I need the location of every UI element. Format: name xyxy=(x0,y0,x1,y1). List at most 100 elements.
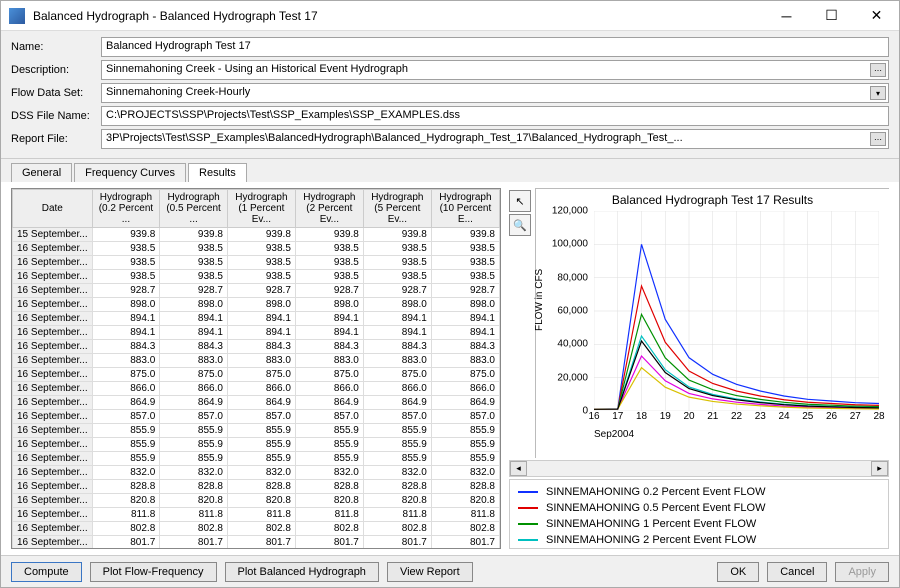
table-cell: 855.9 xyxy=(363,438,431,452)
table-row[interactable]: 16 September...855.9855.9855.9855.9855.9… xyxy=(13,452,500,466)
description-label: Description: xyxy=(11,64,101,76)
description-field[interactable]: Sinnemahoning Creek - Using an Historica… xyxy=(101,60,889,80)
table-row[interactable]: 16 September...828.8828.8828.8828.8828.8… xyxy=(13,480,500,494)
table-cell: 938.5 xyxy=(227,270,295,284)
table-cell: 894.1 xyxy=(227,326,295,340)
table-cell: 938.5 xyxy=(363,256,431,270)
chart[interactable]: Balanced Hydrograph Test 17 Results FLOW… xyxy=(535,188,889,458)
table-row[interactable]: 16 September...864.9864.9864.9864.9864.9… xyxy=(13,396,500,410)
table-row[interactable]: 16 September...855.9855.9855.9855.9855.9… xyxy=(13,424,500,438)
table-header[interactable]: Hydrograph (2 Percent Ev... xyxy=(295,190,363,228)
table-row[interactable]: 16 September...938.5938.5938.5938.5938.5… xyxy=(13,256,500,270)
table-cell: 855.9 xyxy=(295,438,363,452)
zoom-tool-icon[interactable]: 🔍 xyxy=(509,214,531,236)
table-row[interactable]: 16 September...801.7801.7801.7801.7801.7… xyxy=(13,536,500,550)
table-cell: 855.9 xyxy=(160,438,228,452)
table-header[interactable]: Hydrograph (10 Percent E... xyxy=(431,190,499,228)
maximize-button[interactable]: ☐ xyxy=(809,1,854,31)
chart-horizontal-scrollbar[interactable]: ◂ ▸ xyxy=(509,460,889,477)
table-cell: 864.9 xyxy=(295,396,363,410)
table-header[interactable]: Hydrograph (1 Percent Ev... xyxy=(227,190,295,228)
compute-button[interactable]: Compute xyxy=(11,562,82,582)
scroll-right-icon[interactable]: ▸ xyxy=(871,461,888,476)
pointer-tool-icon[interactable]: ↖ xyxy=(509,190,531,212)
table-cell: 894.1 xyxy=(160,326,228,340)
table-cell: 866.0 xyxy=(227,382,295,396)
table-row[interactable]: 16 September...832.0832.0832.0832.0832.0… xyxy=(13,466,500,480)
table-cell: 16 September... xyxy=(13,522,93,536)
table-header[interactable]: Hydrograph (0.5 Percent ... xyxy=(160,190,228,228)
legend-label: SINNEMAHONING 1 Percent Event FLOW xyxy=(546,518,756,530)
table-cell: 16 September... xyxy=(13,396,93,410)
table-cell: 875.0 xyxy=(160,368,228,382)
table-row[interactable]: 16 September...802.8802.8802.8802.8802.8… xyxy=(13,522,500,536)
close-button[interactable]: ✕ xyxy=(854,1,899,31)
table-row[interactable]: 16 September...894.1894.1894.1894.1894.1… xyxy=(13,312,500,326)
ok-button[interactable]: OK xyxy=(717,562,759,582)
report-expand-icon[interactable]: ⋯ xyxy=(870,132,886,146)
cancel-button[interactable]: Cancel xyxy=(767,562,827,582)
report-file-field[interactable]: 3P\Projects\Test\SSP_Examples\BalancedHy… xyxy=(101,129,889,149)
table-header[interactable]: Date xyxy=(13,190,93,228)
table-cell: 894.1 xyxy=(92,312,160,326)
table-cell: 820.8 xyxy=(160,494,228,508)
table-cell: 832.0 xyxy=(92,466,160,480)
tab-frequency-curves[interactable]: Frequency Curves xyxy=(74,163,186,182)
table-cell: 875.0 xyxy=(295,368,363,382)
table-row[interactable]: 15 September...939.8939.8939.8939.8939.8… xyxy=(13,228,500,242)
table-row[interactable]: 16 September...820.8820.8820.8820.8820.8… xyxy=(13,494,500,508)
plot-flow-frequency-button[interactable]: Plot Flow-Frequency xyxy=(90,562,217,582)
table-cell: 828.8 xyxy=(295,480,363,494)
table-row[interactable]: 16 September...866.0866.0866.0866.0866.0… xyxy=(13,382,500,396)
table-row[interactable]: 16 September...894.1894.1894.1894.1894.1… xyxy=(13,326,500,340)
dss-file-field[interactable]: C:\PROJECTS\SSP\Projects\Test\SSP_Exampl… xyxy=(101,106,889,126)
table-cell: 857.0 xyxy=(92,410,160,424)
form-area: Name: Balanced Hydrograph Test 17 Descri… xyxy=(1,31,899,159)
table-cell: 801.7 xyxy=(431,536,499,550)
x-tick: 18 xyxy=(636,411,647,422)
plot-balanced-hydrograph-button[interactable]: Plot Balanced Hydrograph xyxy=(225,562,379,582)
name-field[interactable]: Balanced Hydrograph Test 17 xyxy=(101,37,889,57)
table-row[interactable]: 16 September...938.5938.5938.5938.5938.5… xyxy=(13,242,500,256)
minimize-button[interactable]: ─ xyxy=(764,1,809,31)
table-cell: 16 September... xyxy=(13,536,93,550)
table-row[interactable]: 16 September...938.5938.5938.5938.5938.5… xyxy=(13,270,500,284)
tab-general[interactable]: General xyxy=(11,163,72,182)
table-cell: 883.0 xyxy=(92,354,160,368)
table-cell: 828.8 xyxy=(160,480,228,494)
table-cell: 802.8 xyxy=(431,522,499,536)
table-row[interactable]: 16 September...857.0857.0857.0857.0857.0… xyxy=(13,410,500,424)
table-header[interactable]: Hydrograph (0.2 Percent ... xyxy=(92,190,160,228)
table-cell: 938.5 xyxy=(295,256,363,270)
table-cell: 857.0 xyxy=(431,410,499,424)
results-table[interactable]: DateHydrograph (0.2 Percent ...Hydrograp… xyxy=(11,188,501,549)
table-cell: 802.8 xyxy=(295,522,363,536)
table-cell: 938.5 xyxy=(363,242,431,256)
table-cell: 894.1 xyxy=(160,312,228,326)
dropdown-icon[interactable]: ▾ xyxy=(870,86,886,100)
scroll-left-icon[interactable]: ◂ xyxy=(510,461,527,476)
legend-swatch xyxy=(518,523,538,525)
table-cell: 16 September... xyxy=(13,312,93,326)
table-header[interactable]: Hydrograph (5 Percent Ev... xyxy=(363,190,431,228)
titlebar: Balanced Hydrograph - Balanced Hydrograp… xyxy=(1,1,899,31)
description-expand-icon[interactable]: ⋯ xyxy=(870,63,886,77)
table-cell: 16 September... xyxy=(13,466,93,480)
tab-results[interactable]: Results xyxy=(188,163,247,182)
table-row[interactable]: 16 September...883.0883.0883.0883.0883.0… xyxy=(13,354,500,368)
table-cell: 894.1 xyxy=(295,312,363,326)
table-cell: 864.9 xyxy=(363,396,431,410)
table-row[interactable]: 16 September...875.0875.0875.0875.0875.0… xyxy=(13,368,500,382)
table-cell: 938.5 xyxy=(160,256,228,270)
table-cell: 884.3 xyxy=(363,340,431,354)
legend-swatch xyxy=(518,507,538,509)
flow-data-set-field[interactable]: Sinnemahoning Creek-Hourly▾ xyxy=(101,83,889,103)
table-cell: 16 September... xyxy=(13,382,93,396)
table-row[interactable]: 16 September...884.3884.3884.3884.3884.3… xyxy=(13,340,500,354)
view-report-button[interactable]: View Report xyxy=(387,562,473,582)
table-row[interactable]: 16 September...855.9855.9855.9855.9855.9… xyxy=(13,438,500,452)
table-row[interactable]: 16 September...928.7928.7928.7928.7928.7… xyxy=(13,284,500,298)
table-row[interactable]: 16 September...898.0898.0898.0898.0898.0… xyxy=(13,298,500,312)
table-cell: 855.9 xyxy=(431,452,499,466)
table-row[interactable]: 16 September...811.8811.8811.8811.8811.8… xyxy=(13,508,500,522)
